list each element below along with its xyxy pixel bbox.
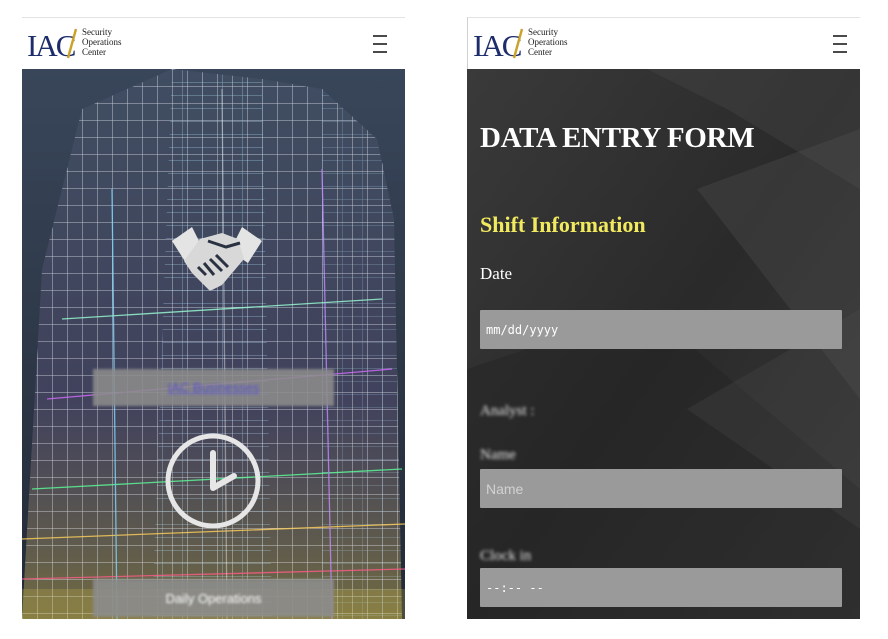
analyst-label: Analyst : [480, 403, 535, 419]
data-entry-screen: IAC Security Operations Center DATA ENTR… [467, 17, 860, 619]
clock-icon [165, 433, 261, 529]
form-panel: DATA ENTRY FORM Shift Information Date m… [467, 69, 860, 619]
tagline-line: Center [82, 47, 106, 57]
tagline-line: Center [528, 47, 552, 57]
form-title: DATA ENTRY FORM [480, 122, 755, 154]
brand-tagline: Security Operations Center [528, 27, 568, 57]
iac-logo[interactable]: IAC [26, 25, 78, 63]
section-heading: Shift Information [480, 212, 646, 237]
name-label: Name [480, 447, 516, 463]
handshake-icon [172, 227, 262, 291]
name-input[interactable]: Name [480, 469, 842, 508]
daily-operations-button[interactable]: Daily Operations [93, 579, 334, 617]
date-input[interactable]: mm/dd/yyyy [480, 310, 842, 349]
brand-tagline: Security Operations Center [82, 27, 122, 57]
home-screen: IAC Security Operations Center IAC Busin… [22, 17, 405, 619]
iac-logo[interactable]: IAC [472, 25, 524, 63]
hamburger-menu-icon[interactable] [373, 35, 387, 53]
hamburger-menu-icon[interactable] [833, 35, 847, 53]
clock-in-time-input[interactable]: --:-- -- [480, 568, 842, 607]
iac-businesses-button[interactable]: IAC Businesses [93, 369, 334, 406]
tagline-line: Operations [82, 37, 122, 47]
app-header: IAC Security Operations Center [22, 17, 405, 70]
date-label: Date [480, 264, 513, 283]
tagline-line: Security [528, 27, 558, 37]
tagline-line: Operations [528, 37, 568, 47]
hero-background: IAC Businesses Daily Operations [22, 69, 405, 619]
clock-in-label: Clock in [480, 548, 532, 564]
app-header: IAC Security Operations Center [467, 17, 860, 70]
tagline-line: Security [82, 27, 112, 37]
wireframe-building-image [22, 69, 405, 619]
